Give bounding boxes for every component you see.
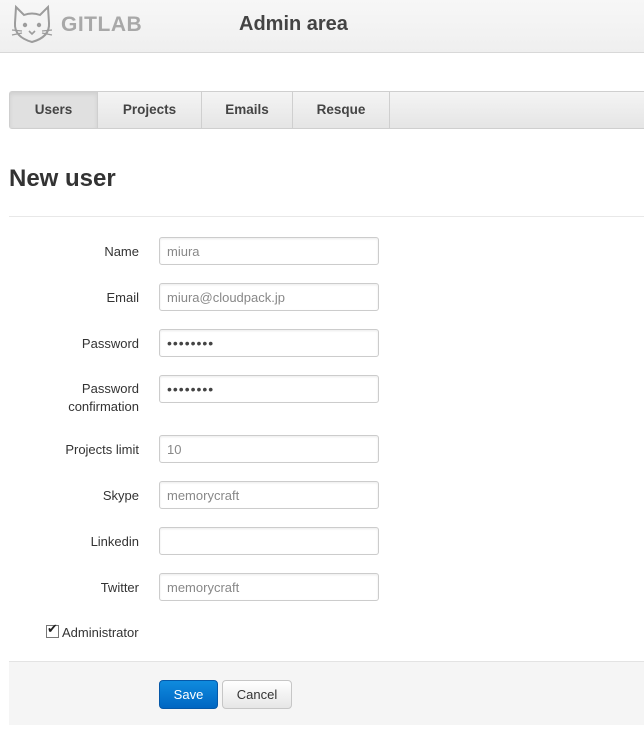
skype-label: Skype <box>102 488 139 503</box>
brand-name[interactable]: GITLAB <box>61 13 142 37</box>
linkedin-label: Linkedin <box>90 534 139 549</box>
skype-field[interactable] <box>159 481 379 509</box>
projects-limit-field[interactable] <box>159 435 379 463</box>
twitter-label: Twitter <box>100 580 139 595</box>
administrator-label[interactable]: Administrator <box>62 625 139 640</box>
cancel-button[interactable]: Cancel <box>222 680 292 709</box>
checkmark-icon: ✔ <box>47 621 58 636</box>
email-label: Email <box>106 290 139 305</box>
page-title: New user <box>9 165 116 192</box>
password-field[interactable] <box>159 329 379 357</box>
gitlab-cat-logo-icon[interactable] <box>10 3 54 45</box>
password-confirmation-label: Password confirmation <box>9 380 139 416</box>
tab-users[interactable]: Users <box>10 92 98 128</box>
tab-projects[interactable]: Projects <box>98 92 202 128</box>
save-button[interactable]: Save <box>159 680 218 709</box>
password-label: Password <box>81 336 139 351</box>
name-field[interactable] <box>159 237 379 265</box>
administrator-checkbox[interactable]: ✔ <box>46 621 59 638</box>
top-header: GITLAB Admin area <box>0 0 644 53</box>
tab-resque[interactable]: Resque <box>293 92 390 128</box>
linkedin-field[interactable] <box>159 527 379 555</box>
tab-emails[interactable]: Emails <box>202 92 293 128</box>
password-confirmation-label-line2: confirmation <box>68 399 139 414</box>
name-label: Name <box>104 244 139 259</box>
twitter-field[interactable] <box>159 573 379 601</box>
password-confirmation-label-line1: Password <box>81 381 139 396</box>
projects-limit-label: Projects limit <box>65 442 139 457</box>
form-actions: Save Cancel <box>9 661 644 725</box>
admin-area-title: Admin area <box>239 13 348 35</box>
administrator-row: ✔ Administrator <box>46 621 139 640</box>
password-confirmation-field[interactable] <box>159 375 379 403</box>
admin-tabs: Users Projects Emails Resque <box>9 91 644 129</box>
email-field[interactable] <box>159 283 379 311</box>
divider <box>9 216 644 217</box>
